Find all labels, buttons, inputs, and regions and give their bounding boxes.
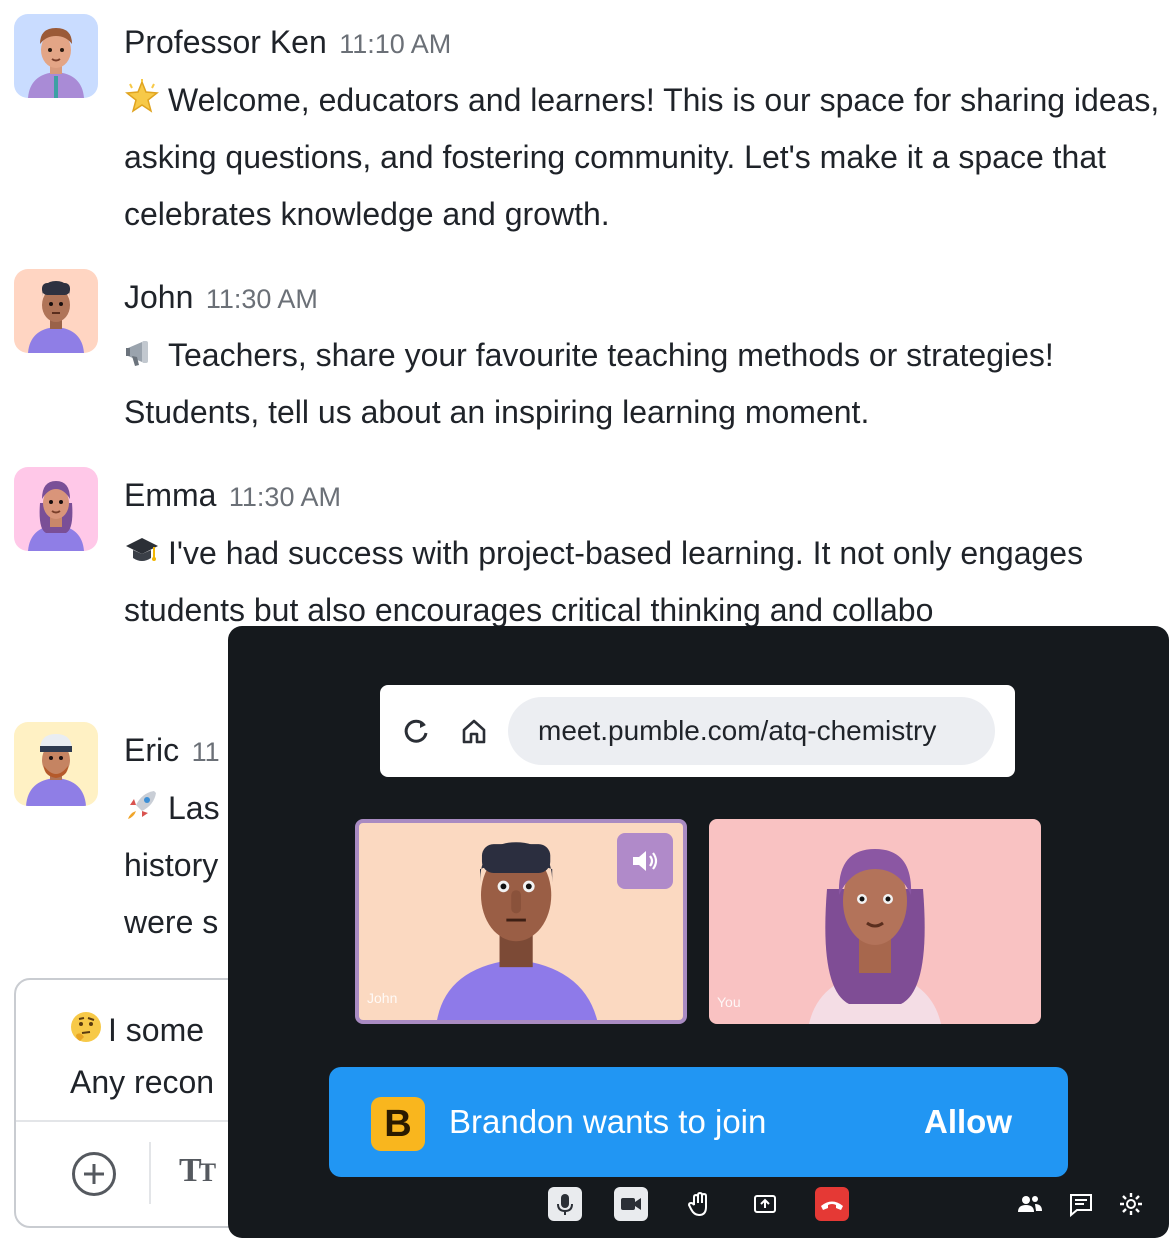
toolbar-divider: [149, 1142, 151, 1204]
settings-icon[interactable]: [1114, 1187, 1148, 1221]
message-text-line: Las: [168, 790, 220, 826]
message-header: Eric 11: [124, 732, 220, 769]
message-time: 11: [191, 737, 220, 767]
author-name[interactable]: Professor Ken: [124, 24, 327, 60]
message-professor-ken: Professor Ken 11:10 AM Welcome, educator…: [14, 14, 1164, 244]
hang-up-icon[interactable]: [815, 1187, 849, 1221]
message-time: 11:10 AM: [339, 29, 452, 59]
author-name[interactable]: Eric: [124, 732, 179, 768]
allow-button[interactable]: Allow: [924, 1067, 1012, 1177]
mic-icon[interactable]: [548, 1187, 582, 1221]
join-request-text: Brandon wants to join: [449, 1103, 767, 1140]
message-header: John 11:30 AM: [124, 279, 318, 316]
message-text: Welcome, educators and learners! This is…: [124, 72, 1164, 243]
avatar-professor-ken[interactable]: [14, 14, 98, 98]
message-john: John 11:30 AM Teachers, share your favou…: [14, 269, 1164, 439]
message-text: Teachers, share your favourite teaching …: [124, 327, 1164, 441]
speaker-active-icon: [617, 833, 673, 889]
text-format-icon[interactable]: TT: [179, 1152, 216, 1190]
avatar-eric[interactable]: [14, 722, 98, 806]
reload-icon[interactable]: [398, 713, 434, 749]
avatar-emma[interactable]: [14, 467, 98, 551]
message-text-content: Teachers, share your favourite teaching …: [124, 337, 1054, 430]
you-video-figure: [809, 849, 941, 1024]
chat-icon[interactable]: [1064, 1187, 1098, 1221]
avatar-john[interactable]: [14, 269, 98, 353]
url-field[interactable]: meet.pumble.com/atq-chemistry: [508, 697, 995, 765]
share-screen-icon[interactable]: [748, 1187, 782, 1221]
composer-line: Any recon: [70, 1064, 215, 1100]
tile-name-label: John: [367, 990, 398, 1006]
add-attachment-icon[interactable]: [72, 1152, 116, 1196]
participants-icon[interactable]: [1013, 1187, 1047, 1221]
meeting-window: meet.pumble.com/atq-chemistry John You B…: [228, 626, 1169, 1238]
home-icon[interactable]: [456, 713, 492, 749]
raise-hand-icon[interactable]: [682, 1187, 716, 1221]
message-time: 11:30 AM: [205, 284, 318, 314]
camera-icon[interactable]: [614, 1187, 648, 1221]
format-glyph-small: T: [198, 1158, 216, 1187]
join-request-banner: B Brandon wants to join Allow: [329, 1067, 1068, 1177]
requester-avatar: B: [371, 1097, 425, 1151]
message-header: Emma 11:30 AM: [124, 477, 341, 514]
message-time: 11:30 AM: [228, 482, 341, 512]
composer-input[interactable]: I some Any recon: [70, 1004, 214, 1108]
message-text: I've had success with project-based lear…: [124, 525, 1164, 639]
video-tile-john[interactable]: John: [355, 819, 687, 1024]
megaphone-emoji-icon: [124, 334, 160, 370]
composer-line: I some: [108, 1012, 205, 1048]
tile-name-label: You: [717, 994, 741, 1010]
video-tile-you[interactable]: You: [709, 819, 1041, 1024]
author-name[interactable]: Emma: [124, 477, 216, 513]
message-header: Professor Ken 11:10 AM: [124, 24, 451, 61]
graduation-cap-emoji-icon: [124, 532, 160, 568]
message-text-content: Welcome, educators and learners! This is…: [124, 82, 1160, 232]
author-name[interactable]: John: [124, 279, 193, 315]
format-glyph-big: T: [179, 1152, 202, 1189]
thinking-face-emoji-icon: [68, 1009, 104, 1045]
message-text-content: I've had success with project-based lear…: [124, 535, 1084, 628]
browser-url-bar: meet.pumble.com/atq-chemistry: [380, 685, 1015, 777]
rocket-emoji-icon: [124, 787, 160, 823]
star-emoji-icon: [124, 79, 160, 115]
